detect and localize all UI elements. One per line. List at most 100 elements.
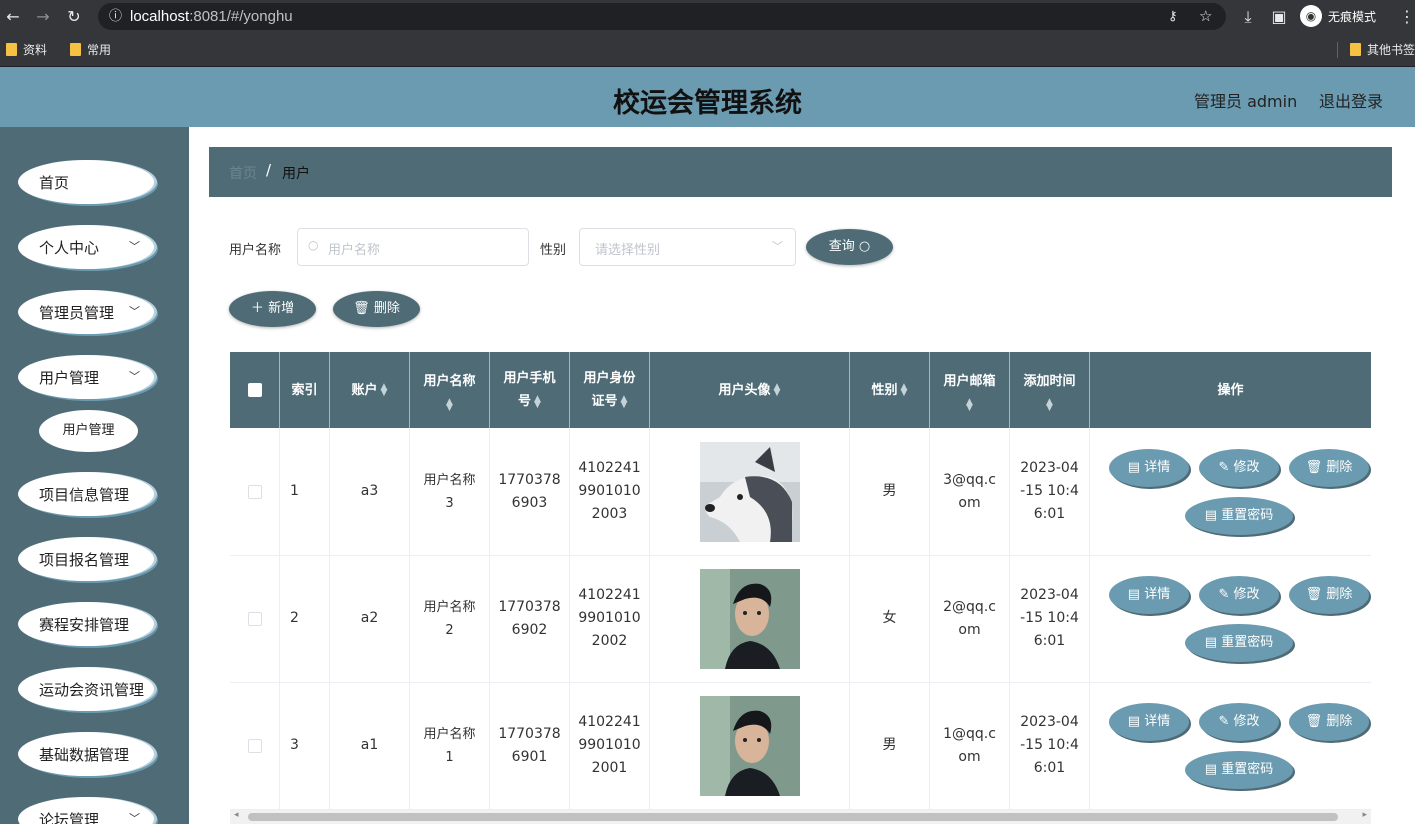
row-checkbox[interactable] [247,738,262,753]
cell-avatar [650,428,850,555]
detail-button[interactable]: ▤ 详情 [1109,703,1189,741]
address-bar[interactable]: ⓘ localhost:8081/#/yonghu ⚷ ☆ [98,3,1226,30]
document-icon: ▤ [1204,635,1218,650]
cell-index: 2 [280,555,330,682]
header-time[interactable]: 添加时间 ▲ ▼ [1010,352,1090,428]
delete-button[interactable]: 🗑 删除 [1289,449,1369,487]
back-icon[interactable]: ← [2,6,24,28]
edit-button[interactable]: ✎ 修改 [1199,576,1279,614]
sidebar-item-projects[interactable]: 项目信息管理 [18,472,154,516]
sidebar-item-schedule[interactable]: 赛程安排管理 [18,602,154,646]
header-gender[interactable]: 性别 ▲ ▼ [850,352,930,428]
delete-button[interactable]: 🗑 删除 [1289,576,1369,614]
add-button[interactable]: ＋ 新增 [229,291,316,327]
scrollbar-thumb[interactable] [248,813,1338,821]
cell-name: 用户名称 3 [410,428,490,555]
bookmark-folder[interactable]: 常用 [70,41,111,58]
scroll-right-icon[interactable]: ▸ [1362,810,1367,820]
incognito-badge[interactable]: ◉ 无痕模式 [1300,4,1376,28]
sort-icon[interactable]: ▲ ▼ [534,394,541,409]
chevron-down-icon: ﹀ [129,370,140,383]
row-checkbox[interactable] [247,484,262,499]
header-idcard[interactable]: 用户身份 证号 ▲ ▼ [570,352,650,428]
star-icon[interactable]: ☆ [1199,3,1212,30]
row-checkbox[interactable] [247,611,262,626]
bookmarks-bar: 资料 常用 其他书签 [0,34,1415,67]
cell-time: 2023-04 -15 10:4 6:01 [1010,428,1090,555]
scroll-left-icon[interactable]: ◂ [234,810,239,820]
cell-phone: 1770378 6902 [490,555,570,682]
row-checkbox-cell[interactable] [230,555,280,682]
side-panel-icon[interactable]: ▣ [1268,6,1290,28]
cell-phone: 1770378 6903 [490,428,570,555]
edit-button[interactable]: ✎ 修改 [1199,703,1279,741]
search-icon: ○ [308,238,319,252]
divider [1337,42,1338,58]
cell-actions: ▤ 详情 ✎ 修改 🗑 删除 ▤ 重置密码 [1090,428,1371,555]
reset-password-button[interactable]: ▤ 重置密码 [1185,497,1293,535]
delete-button[interactable]: 🗑 删除 [1289,703,1369,741]
sort-icon[interactable]: ▲ ▼ [621,394,628,409]
gender-filter-label: 性别 [540,243,567,258]
menu-icon[interactable]: ⋮ [1396,6,1415,28]
header-phone[interactable]: 用户手机号 ▲ ▼ [490,352,570,428]
sidebar-item-news[interactable]: 运动会资讯管理 [18,667,154,711]
breadcrumb: 首页 / 用户 [209,147,1392,197]
download-icon[interactable]: ⤓ [1237,6,1259,28]
other-bookmarks[interactable]: 其他书签 [1350,41,1415,58]
row-checkbox-cell[interactable] [230,428,280,555]
header-avatar[interactable]: 用户头像 ▲ ▼ [650,352,850,428]
row-checkbox-cell[interactable] [230,682,280,809]
sort-icon[interactable]: ▲ ▼ [966,397,973,412]
cell-gender: 男 [850,682,930,809]
pencil-icon: ✎ [1218,714,1230,729]
sort-icon[interactable]: ▲ ▼ [381,383,388,398]
sidebar-item-users[interactable]: 用户管理 ﹀ [18,355,154,399]
sidebar-item-registration[interactable]: 项目报名管理 [18,537,154,581]
incognito-label: 无痕模式 [1328,9,1377,24]
batch-delete-button[interactable]: 🗑 删除 [333,291,420,327]
cell-account: a3 [330,428,410,555]
bookmark-folder[interactable]: 资料 [6,41,47,58]
reload-icon[interactable]: ↻ [63,6,85,28]
header-name[interactable]: 用户名称 ▲ ▼ [410,352,490,428]
sidebar-item-forum[interactable]: 论坛管理 ﹀ [18,797,154,824]
info-icon[interactable]: ⓘ [109,3,122,30]
select-all-checkbox-cell[interactable] [230,352,280,428]
sort-icon[interactable]: ▲ ▼ [774,383,781,398]
breadcrumb-home[interactable]: 首页 [229,163,257,183]
avatar-image [699,441,800,542]
forward-icon[interactable]: → [32,6,54,28]
logout-link[interactable]: 退出登录 [1319,88,1383,112]
cell-gender: 男 [850,428,930,555]
folder-icon [6,43,17,56]
sidebar-item-admin[interactable]: 管理员管理 ﹀ [18,290,154,334]
sort-icon[interactable]: ▲ ▼ [446,397,453,412]
select-all-checkbox[interactable] [247,383,262,397]
sidebar-item-home[interactable]: 首页 [18,160,154,204]
sort-icon[interactable]: ▲ ▼ [901,383,908,398]
header-email[interactable]: 用户邮箱 ▲ ▼ [930,352,1010,428]
reset-password-button[interactable]: ▤ 重置密码 [1185,751,1293,789]
sort-icon[interactable]: ▲ ▼ [1046,397,1053,412]
gender-select[interactable]: 请选择性别 ﹀ [579,228,796,266]
cell-time: 2023-04 -15 10:4 6:01 [1010,682,1090,809]
header-account[interactable]: 账户 ▲ ▼ [330,352,410,428]
query-button[interactable]: 查询 ○ [806,229,893,265]
key-icon[interactable]: ⚷ [1168,3,1178,30]
name-search-input[interactable]: ○ 用户名称 [297,228,529,266]
cell-idcard: 4102241 9901010 2003 [570,428,650,555]
sidebar: 首页 个人中心 ﹀ 管理员管理 ﹀ 用户管理 ﹀ 用户管理 项目信息管理 项目报名管理… [0,127,189,824]
detail-button[interactable]: ▤ 详情 [1109,449,1189,487]
cell-phone: 1770378 6901 [490,682,570,809]
document-icon: ▤ [1127,714,1141,729]
sidebar-item-basedata[interactable]: 基础数据管理 [18,732,154,776]
reset-password-button[interactable]: ▤ 重置密码 [1185,624,1293,662]
sidebar-subitem-users[interactable]: 用户管理 [39,410,138,452]
admin-label: 管理员 admin [1194,92,1298,111]
horizontal-scrollbar[interactable]: ◂ ▸ [230,810,1371,824]
detail-button[interactable]: ▤ 详情 [1109,576,1189,614]
cell-name: 用户名称 2 [410,555,490,682]
edit-button[interactable]: ✎ 修改 [1199,449,1279,487]
sidebar-item-profile[interactable]: 个人中心 ﹀ [18,225,154,269]
